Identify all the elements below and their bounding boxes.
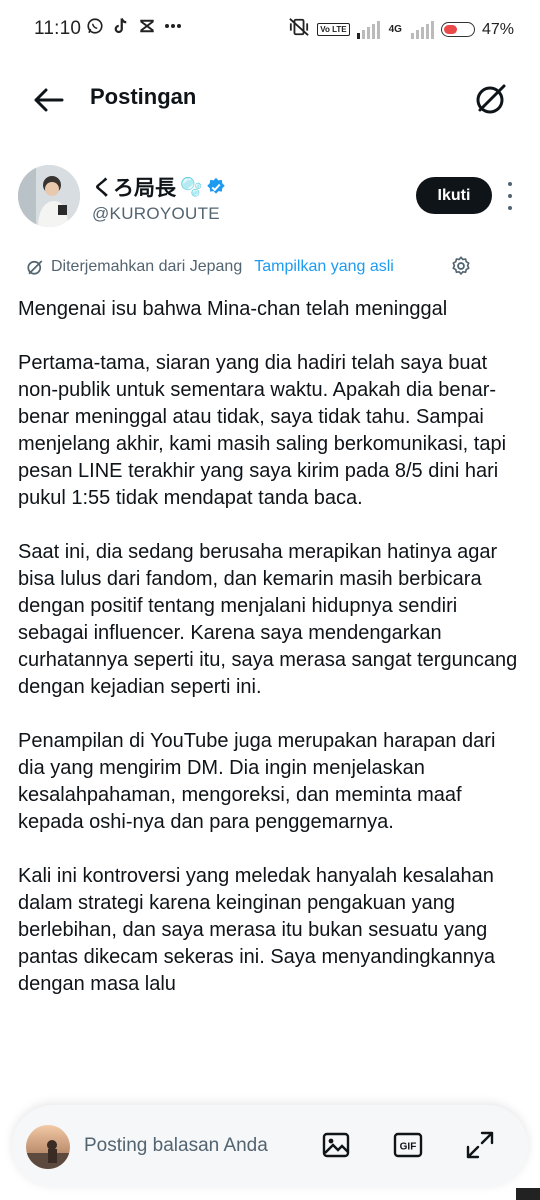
battery-level (443, 25, 457, 34)
volte-badge: Vo LTE (317, 23, 350, 36)
image-icon[interactable] (320, 1129, 352, 1161)
follow-button[interactable]: Ikuti (416, 177, 492, 214)
more-dots-icon (164, 17, 182, 35)
back-button[interactable] (30, 82, 66, 118)
post-paragraph: Saat ini, dia sedang berusaha merapikan … (18, 541, 518, 698)
vibrate-off-icon (288, 17, 310, 42)
status-time: 11:10 (34, 18, 82, 39)
grok-icon (476, 84, 506, 114)
expand-icon[interactable] (464, 1129, 496, 1161)
grok-button[interactable] (472, 80, 510, 118)
post-paragraph: Kali ini kontroversi yang meledak hanyal… (18, 865, 495, 995)
arrow-left-icon (34, 88, 64, 112)
whatsapp-icon (86, 17, 104, 35)
user-avatar (26, 1125, 70, 1169)
translation-label: Diterjemahkan dari Jepang (51, 258, 243, 275)
battery-icon (440, 22, 475, 37)
reply-input[interactable]: Posting balasan Anda (84, 1135, 268, 1157)
author-handle[interactable]: @KUROYOUTE (92, 204, 220, 224)
top-app-bar: Postingan (0, 60, 540, 140)
author-name[interactable]: くろ局長 (92, 172, 176, 202)
more-options-icon[interactable] (502, 182, 518, 210)
author-avatar[interactable] (18, 165, 80, 227)
tiktok-icon (112, 17, 130, 35)
gear-icon[interactable] (450, 255, 472, 277)
status-app-icons (86, 17, 182, 35)
show-original-link[interactable]: Tampilkan yang asli (254, 258, 394, 276)
verified-badge-icon (207, 177, 226, 194)
post-paragraph: Penampilan di YouTube juga merupakan har… (18, 730, 496, 833)
reply-composer-bar[interactable]: Posting balasan Anda GIF (12, 1105, 528, 1187)
translation-row: Diterjemahkan dari Jepang Tampilkan yang… (26, 256, 394, 278)
signal-icon (356, 20, 380, 39)
bubbles-emoji: 🫧 (180, 176, 203, 197)
post-paragraph: Mengenai isu bahwa Mina-chan telah menin… (18, 298, 448, 320)
gif-icon[interactable]: GIF (392, 1129, 424, 1161)
author-name-row[interactable]: くろ局長 🫧 (92, 172, 226, 202)
post-text: Mengenai isu bahwa Mina-chan telah menin… (18, 296, 524, 1025)
status-bar: 11:10 Vo LTE 4G 47% (0, 0, 540, 60)
translate-icon (27, 260, 43, 275)
battery-percent: 47% (481, 20, 514, 38)
status-right: Vo LTE 4G 47% (288, 17, 514, 42)
4g-badge: 4G (388, 24, 402, 35)
nav-handle (516, 1188, 540, 1200)
signal-icon-2 (410, 20, 434, 39)
gif-label: GIF (400, 1142, 417, 1153)
capcut-icon (138, 17, 156, 35)
page-title: Postingan (90, 84, 197, 109)
post-paragraph: Pertama-tama, siaran yang dia hadiri tel… (18, 352, 507, 509)
